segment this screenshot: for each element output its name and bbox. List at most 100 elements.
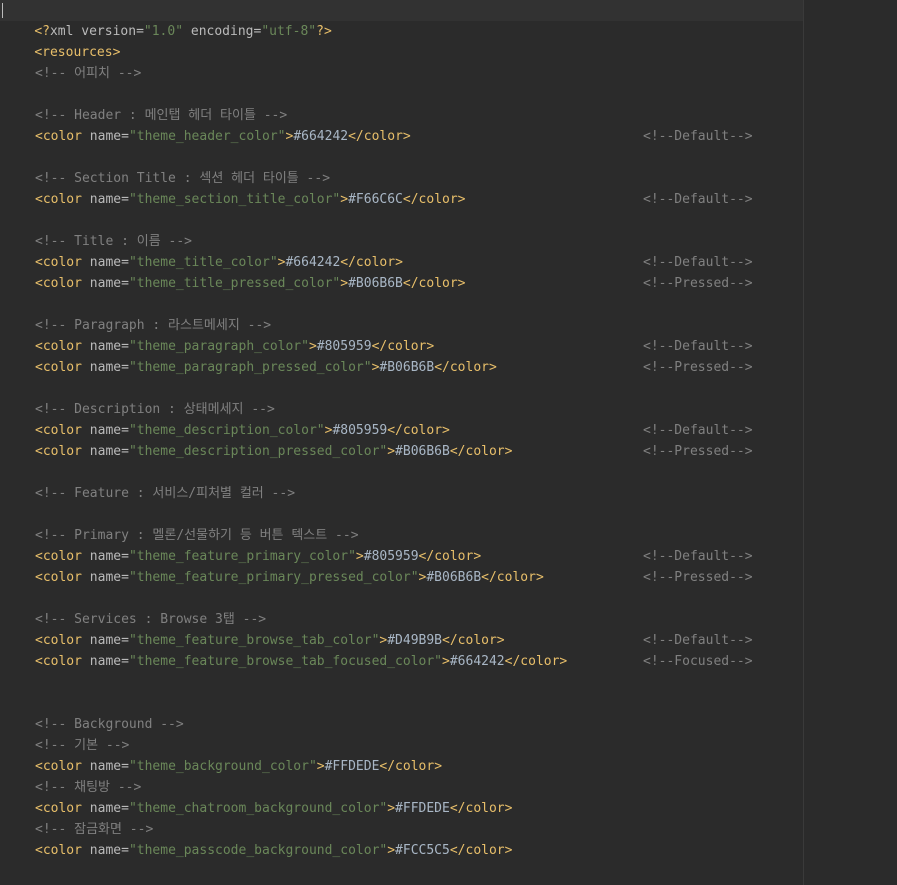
pi-close: ?>: [316, 24, 332, 39]
color-hex-value: #664242: [285, 255, 341, 270]
state-comment[interactable]: <!--Default-->: [643, 336, 753, 357]
color-name-value: "theme_background_color": [128, 759, 317, 774]
color-name-value: "theme_description_color": [128, 423, 325, 438]
tag-close-bracket: >: [442, 654, 450, 669]
state-comment[interactable]: <!--Focused-->: [643, 651, 753, 672]
state-comment[interactable]: <!--Default-->: [643, 420, 753, 441]
color-definition-line[interactable]: <color name="theme_feature_primary_color…: [35, 546, 481, 567]
name-attribute: name=: [81, 129, 129, 144]
comment-line[interactable]: <!-- Services : Browse 3탭 -->: [35, 609, 266, 630]
color-close-tag: </color>: [379, 759, 443, 774]
right-margin-guide: [803, 0, 804, 885]
color-definition-line[interactable]: <color name="theme_paragraph_pressed_col…: [35, 357, 497, 378]
code-editor[interactable]: <?xml version="1.0" encoding="utf-8"?> <…: [0, 0, 897, 885]
tag-close-bracket: >: [340, 192, 349, 207]
name-attribute: name=: [81, 276, 129, 291]
color-definition-line[interactable]: <color name="theme_passcode_background_c…: [35, 840, 512, 861]
color-hex-value: #805959: [332, 423, 388, 438]
name-attribute: name=: [81, 360, 129, 375]
state-comment[interactable]: <!--Pressed-->: [643, 357, 753, 378]
name-attribute: name=: [81, 801, 129, 816]
color-hex-value: #D49B9B: [387, 633, 443, 648]
name-attribute: name=: [81, 570, 129, 585]
comment-line[interactable]: <!-- Feature : 서비스/피처별 컬러 -->: [35, 483, 295, 504]
color-close-tag: </color>: [449, 801, 513, 816]
comment-line[interactable]: <!-- Title : 이름 -->: [35, 231, 192, 252]
state-comment[interactable]: <!--Default-->: [643, 630, 753, 651]
tag-close-bracket: >: [316, 759, 325, 774]
color-open-tag: <color: [35, 549, 82, 564]
color-close-tag: </color>: [434, 360, 497, 375]
color-definition-line[interactable]: <color name="theme_chatroom_background_c…: [35, 798, 512, 819]
color-hex-value: #B06B6B: [426, 570, 482, 585]
color-open-tag: <color: [35, 843, 82, 858]
comment-line[interactable]: <!-- Paragraph : 라스트메세지 -->: [35, 315, 271, 336]
tag-close-bracket: >: [387, 444, 396, 459]
comment-line[interactable]: <!-- Description : 상태메세지 -->: [35, 399, 275, 420]
color-close-tag: </color>: [449, 444, 513, 459]
color-hex-value: #805959: [316, 339, 372, 354]
name-attribute: name=: [81, 843, 129, 858]
pi-encoding-value: "utf-8": [261, 24, 317, 39]
pi-version-value: "1.0": [143, 24, 184, 39]
color-definition-line[interactable]: <color name="theme_title_color">#664242<…: [35, 252, 403, 273]
color-name-value: "theme_description_pressed_color": [128, 444, 388, 459]
color-name-value: "theme_header_color": [128, 129, 286, 144]
comment-line[interactable]: <!-- Primary : 멜론/선물하기 등 버튼 텍스트 -->: [35, 525, 359, 546]
color-definition-line[interactable]: <color name="theme_background_color">#FF…: [35, 756, 442, 777]
color-name-value: "theme_chatroom_background_color": [128, 801, 388, 816]
state-comment[interactable]: <!--Pressed-->: [643, 567, 753, 588]
name-attribute: name=: [81, 255, 129, 270]
color-definition-line[interactable]: <color name="theme_header_color">#664242…: [35, 126, 411, 147]
color-hex-value: #FFDEDE: [395, 801, 450, 816]
color-close-tag: </color>: [402, 276, 466, 291]
color-definition-line[interactable]: <color name="theme_section_title_color">…: [35, 189, 466, 210]
color-name-value: "theme_title_pressed_color": [128, 276, 341, 291]
color-open-tag: <color: [35, 276, 82, 291]
color-close-tag: </color>: [402, 192, 466, 207]
name-attribute: name=: [81, 444, 129, 459]
tag-close-bracket: >: [340, 276, 349, 291]
name-attribute: name=: [81, 549, 129, 564]
state-comment[interactable]: <!--Default-->: [643, 126, 753, 147]
color-hex-value: #664242: [449, 654, 505, 669]
tag-close-bracket: >: [387, 801, 396, 816]
comment-line[interactable]: <!-- 기본 -->: [35, 735, 129, 756]
xml-declaration-line[interactable]: <?xml version="1.0" encoding="utf-8"?>: [3, 0, 331, 39]
color-close-tag: </color>: [348, 129, 411, 144]
color-name-value: "theme_feature_primary_pressed_color": [128, 570, 419, 585]
color-definition-line[interactable]: <color name="theme_feature_browse_tab_fo…: [35, 651, 567, 672]
comment-line[interactable]: <!-- 어피치 -->: [35, 63, 141, 84]
resources-open-line[interactable]: <resources>: [3, 21, 120, 60]
comment-line[interactable]: <!-- 잠금화면 -->: [35, 819, 153, 840]
color-name-value: "theme_feature_primary_color": [128, 549, 356, 564]
pi-encoding-attr: encoding=: [183, 24, 262, 39]
color-close-tag: </color>: [449, 843, 513, 858]
comment-line[interactable]: <!-- 채팅방 -->: [35, 777, 141, 798]
color-open-tag: <color: [35, 633, 82, 648]
color-hex-value: #664242: [293, 129, 349, 144]
color-close-tag: </color>: [340, 255, 403, 270]
state-comment[interactable]: <!--Pressed-->: [643, 441, 753, 462]
color-definition-line[interactable]: <color name="theme_feature_primary_press…: [35, 567, 544, 588]
comment-line[interactable]: <!-- Header : 메인탭 헤더 타이틀 -->: [35, 105, 287, 126]
comment-line[interactable]: <!-- Section Title : 섹션 헤더 타이틀 -->: [35, 168, 330, 189]
color-open-tag: <color: [35, 570, 82, 585]
color-definition-line[interactable]: <color name="theme_feature_browse_tab_co…: [35, 630, 505, 651]
color-definition-line[interactable]: <color name="theme_description_pressed_c…: [35, 441, 512, 462]
color-close-tag: </color>: [504, 654, 568, 669]
state-comment[interactable]: <!--Default-->: [643, 546, 753, 567]
color-definition-line[interactable]: <color name="theme_paragraph_color">#805…: [35, 336, 434, 357]
state-comment[interactable]: <!--Default-->: [643, 252, 753, 273]
resources-tag: <resources>: [34, 45, 121, 60]
color-hex-value: #B06B6B: [395, 444, 450, 459]
color-definition-line[interactable]: <color name="theme_description_color">#8…: [35, 420, 450, 441]
color-name-value: "theme_paragraph_color": [128, 339, 309, 354]
name-attribute: name=: [81, 654, 129, 669]
name-attribute: name=: [81, 339, 129, 354]
comment-line[interactable]: <!-- Background -->: [35, 714, 184, 735]
state-comment[interactable]: <!--Default-->: [643, 189, 753, 210]
color-definition-line[interactable]: <color name="theme_title_pressed_color">…: [35, 273, 466, 294]
color-close-tag: </color>: [481, 570, 544, 585]
state-comment[interactable]: <!--Pressed-->: [643, 273, 753, 294]
